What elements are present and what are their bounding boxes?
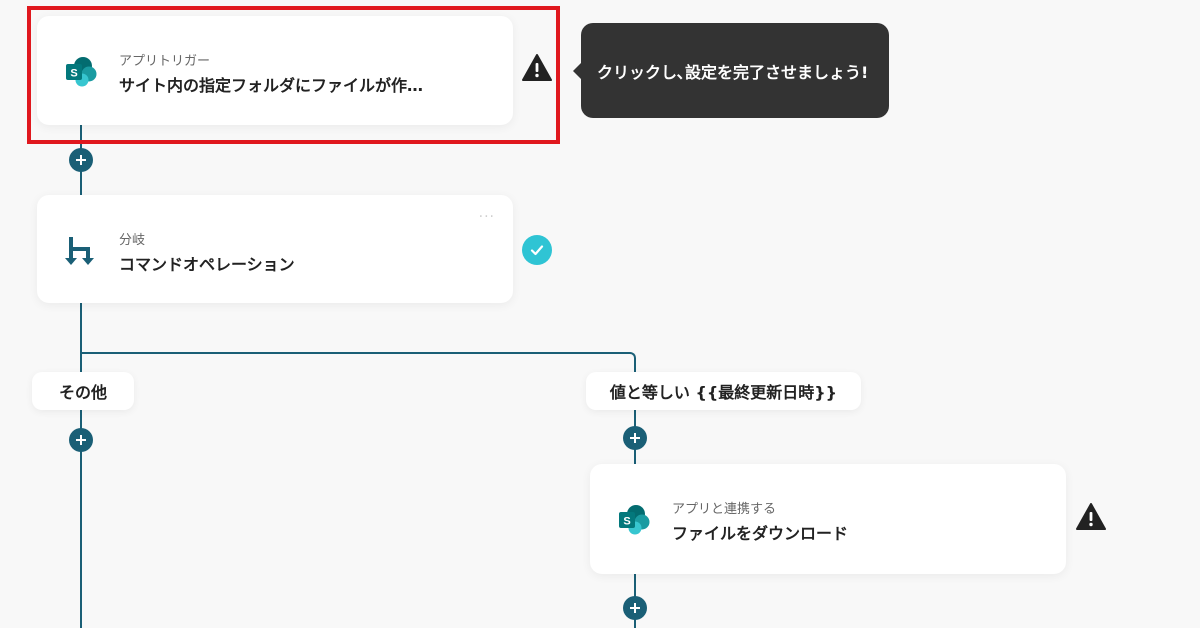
branch-card[interactable]: 分岐 コマンドオペレーション ···	[37, 195, 513, 303]
plus-icon	[630, 603, 640, 613]
flow-canvas: S アプリトリガー サイト内の指定フォルダにファイルが作… クリックし､設定を完…	[0, 0, 1200, 628]
add-step-button[interactable]	[623, 426, 647, 450]
setup-tooltip: クリックし､設定を完了させましょう!	[573, 23, 889, 118]
add-step-button[interactable]	[623, 596, 647, 620]
more-options-icon[interactable]: ···	[479, 209, 495, 225]
branch-label-equals[interactable]: 値と等しい {{最終更新日時}}	[586, 372, 861, 410]
add-step-button[interactable]	[69, 148, 93, 172]
check-icon	[522, 235, 552, 265]
branch-icon	[63, 233, 99, 269]
svg-text:S: S	[623, 516, 630, 528]
plus-icon	[630, 433, 640, 443]
branch-label-other-text: その他	[58, 383, 107, 402]
plus-icon	[76, 435, 86, 445]
plus-icon	[76, 155, 86, 165]
warning-icon[interactable]	[522, 53, 552, 83]
branch-title: コマンドオペレーション	[119, 255, 295, 274]
tooltip-text: クリックし､設定を完了させましょう!	[597, 62, 869, 82]
branch-label-equals-text: 値と等しい {{最終更新日時}}	[609, 383, 838, 402]
download-card[interactable]: S アプリと連携する ファイルをダウンロード	[590, 464, 1066, 574]
highlight-frame	[27, 6, 560, 144]
warning-icon[interactable]	[1076, 502, 1106, 532]
add-step-button[interactable]	[69, 428, 93, 452]
branch-subtitle: 分岐	[119, 233, 146, 248]
connector-line	[80, 302, 82, 628]
download-subtitle: アプリと連携する	[672, 502, 777, 517]
connector-line	[80, 352, 626, 354]
branch-label-other[interactable]: その他	[32, 372, 134, 410]
download-title: ファイルをダウンロード	[672, 524, 849, 543]
sharepoint-icon: S	[616, 502, 652, 538]
